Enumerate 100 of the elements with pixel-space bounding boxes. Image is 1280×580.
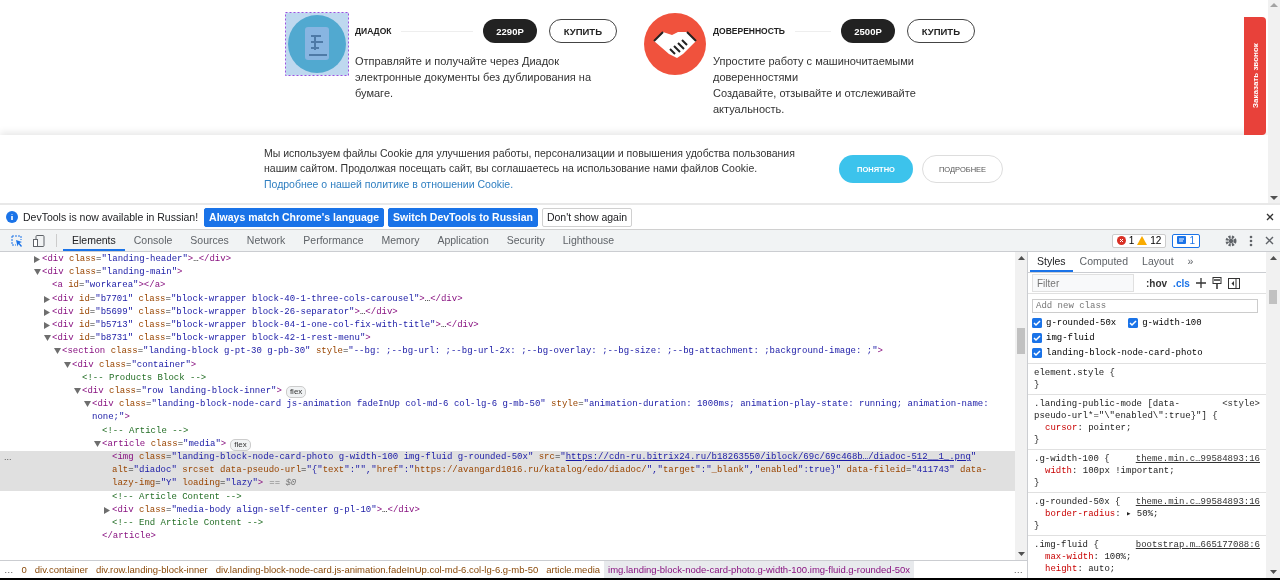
scroll-down-icon[interactable] bbox=[1017, 552, 1025, 557]
messages-counter[interactable]: 1 bbox=[1172, 233, 1200, 248]
devtools-tab[interactable]: Lighthouse bbox=[553, 230, 624, 251]
devtools-tab[interactable]: Security bbox=[497, 230, 554, 251]
scroll-down-icon[interactable] bbox=[1270, 195, 1278, 201]
dom-row[interactable]: <!-- Article --> bbox=[0, 424, 1015, 438]
checkbox[interactable] bbox=[1032, 317, 1042, 328]
checkbox[interactable] bbox=[1128, 317, 1139, 328]
scrollbar[interactable] bbox=[1268, 0, 1280, 203]
cookie-policy-link[interactable]: Подробнее о нашей политике в отношении Cookie. bbox=[264, 176, 514, 193]
dom-row[interactable]: <div class="row landing-block-inner"> flex bbox=[0, 385, 1015, 399]
buy-button[interactable]: КУПИТЬ bbox=[906, 19, 975, 43]
hover-state-toggle[interactable]: :hov bbox=[1146, 277, 1168, 289]
caret-down-icon[interactable] bbox=[73, 388, 81, 395]
closing-brace: } bbox=[1034, 477, 1041, 489]
scroll-right-button[interactable]: … bbox=[1009, 561, 1027, 578]
flex-badge[interactable]: flex bbox=[230, 438, 251, 451]
infobar-button[interactable]: Switch DevTools to Russian bbox=[388, 207, 538, 227]
warning-icon bbox=[1137, 236, 1148, 245]
devtools-tab[interactable]: Console bbox=[124, 230, 182, 251]
scrollbar-thumb[interactable] bbox=[1017, 328, 1025, 354]
dom-row[interactable]: <div class="container"> bbox=[0, 358, 1015, 372]
devtools-tab[interactable]: Performance bbox=[294, 230, 373, 251]
callback-tab[interactable]: Заказать звонок bbox=[1244, 17, 1266, 135]
dom-row[interactable]: <section class="landing-block g-pt-30 g-pb-30" style="--bg: ;--bg-url: ;--bg-url-2x: ;--bg-overlay: ;--bg-size: ;--bg-attachment: ;background-image: ;"> bbox=[0, 345, 1015, 359]
scroll-left-button[interactable]: … bbox=[0, 561, 18, 578]
checkbox[interactable] bbox=[1032, 332, 1042, 343]
error-icon bbox=[1116, 236, 1126, 245]
styles-tab[interactable]: Layout bbox=[1135, 252, 1181, 272]
stylesheet-link[interactable]: bootstrap.m…665177088:6 bbox=[1135, 539, 1260, 551]
settings-icon[interactable] bbox=[1225, 234, 1237, 247]
infobar-button[interactable]: Always match Chrome's language bbox=[204, 207, 385, 227]
inspect-icon[interactable] bbox=[11, 234, 23, 247]
dom-row[interactable]: <div id="b5699" class="block-wrapper block-26-separator">…</div> bbox=[0, 305, 1015, 319]
caret-right-icon[interactable] bbox=[44, 308, 50, 316]
caret-right-icon[interactable] bbox=[44, 295, 50, 303]
scrollbar[interactable] bbox=[1015, 252, 1027, 560]
checkbox[interactable] bbox=[1032, 347, 1042, 358]
html-tag-text: <article class="media"> bbox=[102, 437, 227, 451]
dom-row[interactable]: <a id="workarea"></a> bbox=[0, 279, 1015, 293]
caret-down-icon[interactable] bbox=[93, 440, 101, 447]
devtools-tab[interactable]: Application bbox=[428, 230, 498, 251]
price-tag: 2290Р bbox=[483, 19, 537, 43]
caret-down-icon[interactable] bbox=[83, 401, 91, 408]
flex-badge[interactable]: flex bbox=[285, 386, 307, 399]
scroll-up-icon[interactable] bbox=[1269, 255, 1277, 260]
caret-right-icon[interactable] bbox=[44, 322, 50, 329]
scrollbar-thumb[interactable] bbox=[1269, 290, 1277, 304]
device-toolbar-icon[interactable] bbox=[33, 234, 45, 247]
breadcrumb[interactable]: div.container bbox=[30, 561, 92, 578]
row-menu-dots[interactable]: ... bbox=[4, 451, 12, 465]
devtools-tab[interactable]: Memory bbox=[372, 230, 429, 251]
stylesheet-link[interactable]: theme.min.c…99584893:16 bbox=[1135, 496, 1260, 508]
breadcrumb[interactable]: article.media bbox=[542, 561, 605, 578]
more-options-icon[interactable] bbox=[1249, 234, 1253, 247]
dom-row[interactable]: <!-- Products Block --> bbox=[0, 371, 1015, 386]
dom-row[interactable]: <!-- Article Content --> bbox=[0, 490, 1015, 504]
scroll-up-icon[interactable] bbox=[1017, 255, 1025, 260]
stylesheet-link[interactable]: <style> bbox=[1222, 398, 1260, 410]
sidebar-toggle-icon[interactable] bbox=[1227, 277, 1240, 289]
close-icon[interactable] bbox=[1265, 236, 1274, 245]
dom-row[interactable]: <div id="b7701" class="block-wrapper block-40-1-three-cols-carousel">…</div> bbox=[0, 292, 1015, 306]
dom-row[interactable]: <div class="landing-header">…</div> bbox=[0, 253, 1015, 267]
caret-down-icon[interactable] bbox=[63, 361, 71, 368]
brush-icon[interactable] bbox=[1211, 277, 1222, 289]
scroll-down-icon[interactable] bbox=[1269, 570, 1277, 575]
devtools-tab[interactable]: Sources bbox=[181, 230, 238, 251]
breadcrumb[interactable]: div.row.landing-block-inner bbox=[91, 561, 212, 578]
close-icon[interactable] bbox=[1266, 213, 1274, 221]
dom-row[interactable]: <div id="b8731" class="block-wrapper block-42-1-rest-menu"> bbox=[0, 332, 1015, 346]
devtools-tab[interactable]: Network bbox=[237, 230, 295, 251]
dom-row[interactable]: <!-- End Article Content --> bbox=[0, 517, 1015, 531]
buy-button[interactable]: КУПИТЬ bbox=[548, 19, 617, 43]
caret-right-icon[interactable] bbox=[104, 506, 110, 514]
breadcrumb[interactable]: div.landing-block-node-card.js-animation.fadeInUp.col-md-6.col-lg-6.g-mb-50 bbox=[211, 561, 543, 578]
infobar-button[interactable]: Don't show again bbox=[541, 207, 633, 227]
dom-row[interactable]: <div class="landing-main"> bbox=[0, 266, 1015, 280]
dom-row[interactable]: <article class="media"> flex bbox=[0, 437, 1015, 452]
styles-tab[interactable]: Styles bbox=[1030, 252, 1073, 272]
filter-field[interactable]: Filter bbox=[1032, 274, 1134, 292]
dom-row[interactable]: <div id="b5713" class="block-wrapper block-04-1-one-col-fix-with-title">…</div> bbox=[0, 319, 1015, 333]
more-tabs-button[interactable]: » bbox=[1180, 252, 1201, 272]
caret-down-icon[interactable] bbox=[33, 269, 41, 276]
styles-tab[interactable]: Computed bbox=[1072, 252, 1136, 272]
caret-down-icon[interactable] bbox=[43, 335, 51, 342]
class-toggle[interactable]: .cls bbox=[1173, 277, 1190, 289]
breadcrumb[interactable]: 0 bbox=[17, 561, 31, 578]
caret-right-icon[interactable] bbox=[34, 256, 40, 263]
caret-down-icon[interactable] bbox=[53, 348, 61, 355]
breadcrumb[interactable]: img.landing-block-node-card-photo.g-width-100.img-fluid.g-rounded-50x bbox=[604, 561, 915, 578]
src-link[interactable]: https://cdn-ru.bitrix24.ru/b18263550/iblock/69c/69c468b…/diadoc-512__1_.png bbox=[565, 452, 971, 463]
dom-row[interactable]: <div class="media-body align-self-center g-pl-10">…</div> bbox=[0, 503, 1015, 518]
css-property-name: cursor bbox=[1045, 423, 1078, 433]
scrollbar[interactable] bbox=[1266, 252, 1280, 578]
add-class-field[interactable]: Add new class bbox=[1032, 299, 1258, 313]
plus-icon[interactable] bbox=[1195, 278, 1206, 288]
cookie-notice-text: Мы используем файлы Cookie для улучшения работы, персонализации и повышения удобства пользования нашим сайтом. Продолжая посещать сайт, вы соглашаетесь на использование нами файлов Cookie. bbox=[264, 145, 796, 177]
stylesheet-link[interactable]: theme.min.c…99584893:16 bbox=[1135, 453, 1260, 465]
css-selector: .img-fluid { bbox=[1034, 540, 1099, 550]
issues-counter[interactable]: 1 12 bbox=[1111, 233, 1167, 248]
